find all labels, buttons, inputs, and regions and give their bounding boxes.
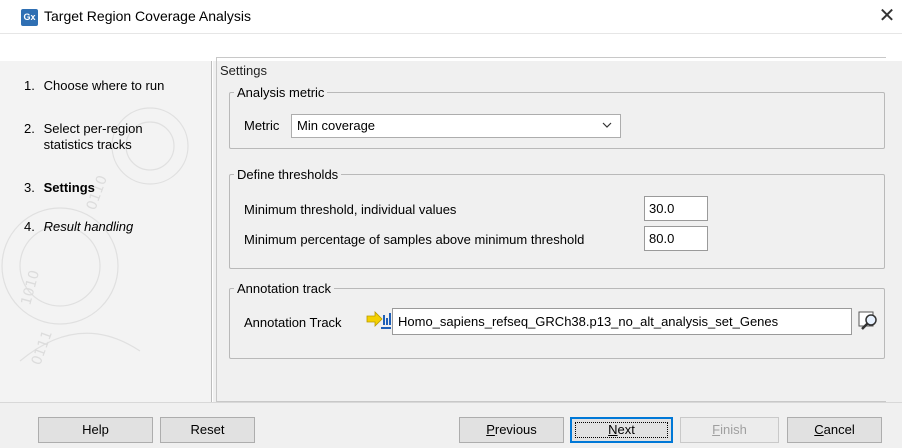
step-choose-where-to-run: 1. Choose where to run [24,78,164,94]
wizard-steps-sidebar: 0110 1010 0111 1. Choose where to run 2.… [0,61,212,402]
step-result-handling: 4. Result handling [24,219,133,235]
min-percentage-label: Minimum percentage of samples above mini… [244,232,585,247]
group-legend: Annotation track [237,281,331,296]
step-settings: 3. Settings [24,180,95,196]
group-legend: Define thresholds [237,167,339,182]
panel-title: Settings [220,63,267,78]
cancel-button[interactable]: Cancel [787,417,882,443]
finish-label: inish [720,422,747,437]
annotation-track-field[interactable]: Homo_sapiens_refseq_GRCh38.p13_no_alt_an… [392,308,852,335]
step-label: Choose where to run [43,78,165,93]
min-threshold-label: Minimum threshold, individual values [244,202,457,217]
step-label: Settings [43,180,95,195]
svg-text:1010: 1010 [18,268,43,307]
previous-mnemonic: P [486,422,495,437]
min-percentage-field[interactable]: 80.0 [644,226,708,251]
reset-button[interactable]: Reset [160,417,255,443]
finish-button: Finish [680,417,779,443]
min-threshold-field[interactable]: 30.0 [644,196,708,221]
focus-ring [575,422,668,438]
finish-mnemonic: F [712,422,721,437]
step-number: 3. [24,180,35,195]
annotation-track-label: Annotation Track [244,315,342,330]
step-number: 2. [24,121,35,136]
gene-track-icon [366,311,391,329]
previous-button[interactable]: Previous [459,417,564,443]
cancel-label: ancel [823,422,855,437]
browse-magnifier-icon[interactable] [857,310,881,332]
help-button[interactable]: Help [38,417,153,443]
svg-text:0111: 0111 [29,328,56,367]
next-button[interactable]: Next [570,417,673,443]
title-bar: Gx Target Region Coverage Analysis ✕ [0,0,902,34]
app-icon: Gx [21,9,38,26]
step-label: Result handling [43,219,134,234]
metric-label: Metric [244,118,280,133]
step-number: 4. [24,219,35,234]
metric-select[interactable]: Min coverage [291,114,621,138]
window-title: Target Region Coverage Analysis [44,8,252,24]
close-icon[interactable]: ✕ [872,0,902,34]
group-legend: Analysis metric [237,85,325,100]
previous-label: revious [494,422,537,437]
sidebar-top-strip [0,34,212,61]
chevron-down-icon [602,122,612,128]
step-select-tracks: 2. Select per-region statistics tracks [24,121,174,153]
define-thresholds-group: Define thresholds [229,167,885,269]
metric-select-value: Min coverage [297,118,376,133]
cancel-mnemonic: C [814,422,824,437]
step-number: 1. [24,78,35,93]
step-label: Select per-region statistics tracks [43,121,143,152]
